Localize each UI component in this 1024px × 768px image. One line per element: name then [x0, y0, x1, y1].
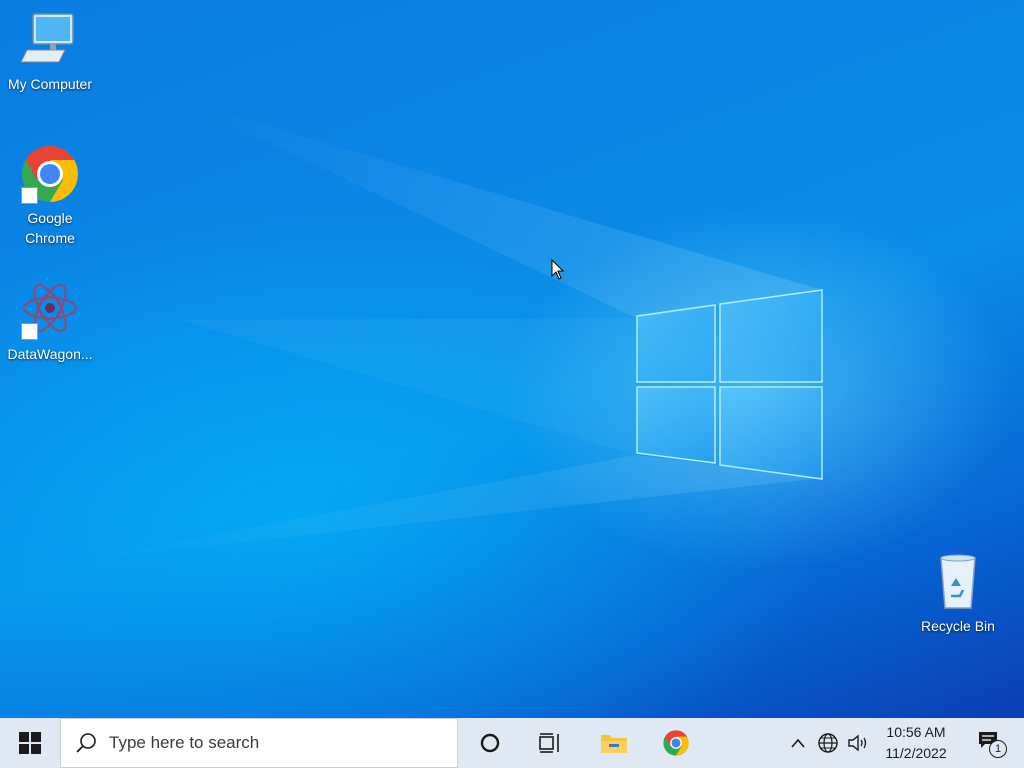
show-hidden-icons-button[interactable]	[786, 718, 810, 768]
search-icon	[76, 733, 96, 753]
shortcut-arrow-icon	[21, 187, 38, 204]
start-button[interactable]	[0, 718, 60, 768]
desktop-icon-my-computer[interactable]: My Computer	[2, 10, 98, 94]
recycle-bin-icon	[927, 552, 989, 614]
windows-logo-icon	[19, 732, 41, 754]
cortana-circle-icon	[480, 733, 500, 753]
action-center-button[interactable]: 1	[966, 718, 1014, 768]
network-button[interactable]	[814, 718, 842, 768]
file-explorer-button[interactable]	[590, 718, 638, 768]
clock-time: 10:56 AM	[886, 724, 946, 740]
taskbar: Type here to search 10:56 AM 11/2/2022 1	[0, 718, 1024, 768]
chrome-taskbar-button[interactable]	[652, 718, 700, 768]
desktop-icon-datawagon[interactable]: DataWagon...	[2, 280, 98, 364]
task-view-icon	[539, 733, 559, 753]
speaker-volume-icon	[848, 734, 867, 752]
desktop-icon-label: My Computer	[7, 76, 93, 92]
clock-date: 11/2/2022	[885, 745, 947, 761]
datawagon-icon	[19, 280, 81, 342]
desktop[interactable]: My Computer Google Chrome DataWagon... R…	[0, 0, 1024, 718]
chevron-up-icon	[791, 738, 805, 748]
mouse-pointer-icon	[551, 259, 565, 280]
volume-button[interactable]	[844, 718, 872, 768]
chrome-icon	[19, 144, 81, 206]
wallpaper-windows-logo	[80, 100, 823, 560]
task-view-button[interactable]	[526, 718, 574, 768]
folder-icon	[601, 735, 627, 753]
computer-icon	[19, 10, 81, 72]
desktop-icon-label: Recycle Bin	[921, 618, 995, 634]
taskbar-search-box[interactable]: Type here to search	[60, 718, 458, 768]
desktop-icon-label: Google Chrome	[25, 210, 75, 246]
shortcut-arrow-icon	[21, 323, 38, 340]
search-placeholder: Type here to search	[109, 733, 260, 752]
taskbar-clock[interactable]: 10:56 AM 11/2/2022	[870, 718, 962, 768]
desktop-icon-label: DataWagon...	[7, 346, 93, 362]
desktop-icon-google-chrome[interactable]: Google Chrome	[2, 144, 98, 248]
chrome-icon	[663, 730, 689, 756]
notification-count-badge: 1	[989, 740, 1007, 758]
globe-network-icon	[818, 733, 838, 753]
desktop-icon-recycle-bin[interactable]: Recycle Bin	[910, 552, 1006, 636]
cortana-button[interactable]	[466, 718, 514, 768]
